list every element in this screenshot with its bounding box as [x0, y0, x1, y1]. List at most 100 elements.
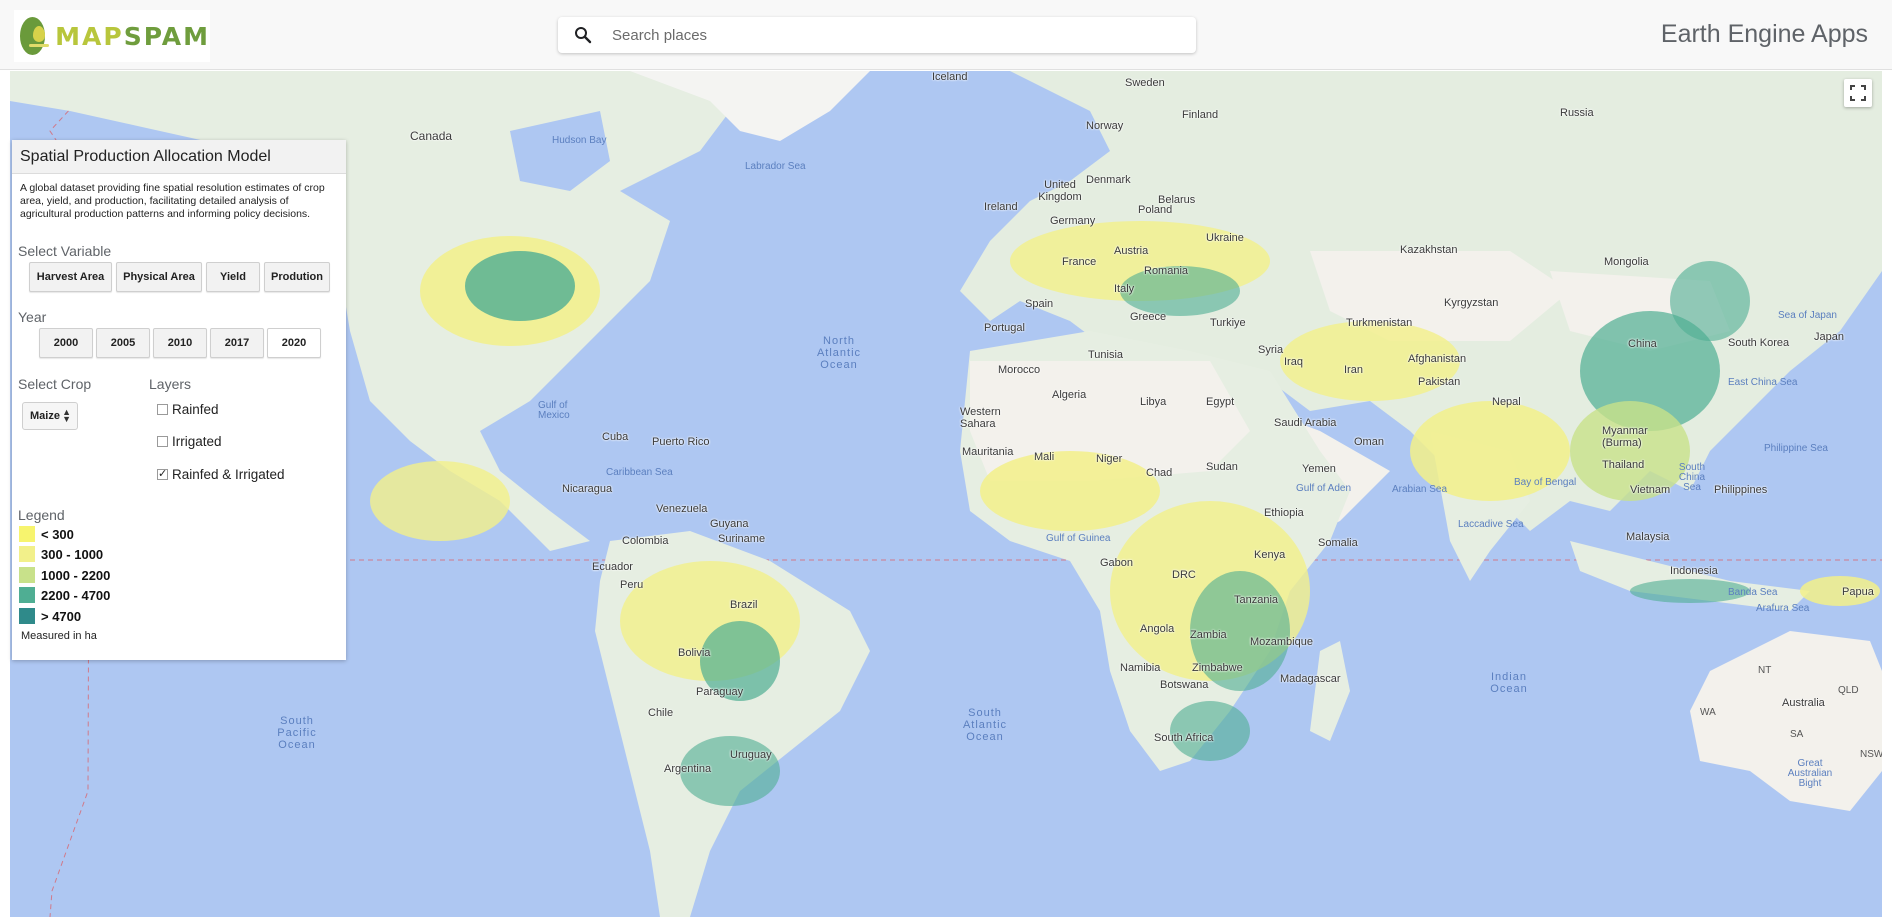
map-label: Spain	[1025, 298, 1054, 310]
map-label: Ethiopia	[1264, 507, 1304, 519]
map-label: Paraguay	[696, 686, 744, 698]
panel-title: Spatial Production Allocation Model	[12, 140, 346, 174]
map-label: Bolivia	[678, 647, 711, 659]
map-label: Denmark	[1086, 174, 1131, 186]
production-button[interactable]: Prodution	[264, 262, 330, 292]
map-label: Germany	[1050, 215, 1096, 227]
legend-swatch	[19, 567, 35, 583]
map-label: Afghanistan	[1408, 353, 1467, 365]
irrigated-checkbox[interactable]	[157, 436, 168, 447]
map-label: Colombia	[622, 535, 669, 547]
madagascar-land	[1310, 641, 1350, 741]
map-label: Gulf of Aden	[1296, 483, 1352, 494]
search-box[interactable]	[558, 17, 1196, 53]
rainfed-checkbox[interactable]	[157, 404, 168, 415]
map-label: South Africa	[1154, 732, 1214, 744]
map-label: Japan	[1814, 331, 1844, 343]
year-2017-button[interactable]: 2017	[210, 328, 264, 358]
search-input[interactable]	[612, 26, 1172, 44]
map-label: Ukraine	[1206, 232, 1244, 244]
map-label: Syria	[1258, 344, 1284, 356]
layer-rainfed[interactable]: Rainfed	[157, 402, 219, 417]
map-label: Mali	[1034, 451, 1055, 463]
legend-swatch	[19, 546, 35, 562]
map-label: Labrador Sea	[745, 161, 806, 172]
rainfed-irrigated-checkbox[interactable]: ✓	[157, 469, 168, 480]
rainfed-irrigated-label: Rainfed & Irrigated	[172, 467, 285, 482]
logo-text-map: MAP	[55, 21, 124, 51]
map-label: Papua	[1842, 586, 1874, 598]
crop-select[interactable]: Maize ▲ ▼	[22, 402, 78, 430]
map-label: Suriname	[718, 533, 766, 545]
map-label: Libya	[1140, 396, 1167, 408]
map-label: WA	[1700, 707, 1716, 718]
irrigated-label: Irrigated	[172, 434, 222, 449]
map-label: DRC	[1172, 569, 1196, 581]
map-label: Tanzania	[1234, 594, 1279, 606]
map-label: Uruguay	[730, 749, 772, 761]
map-label: Nepal	[1492, 396, 1521, 408]
earth-engine-app: MAPSPAM Earth Engine Apps	[0, 0, 1892, 924]
legend-swatch	[19, 587, 35, 603]
units-note: Measured in ha	[21, 630, 97, 642]
map-label: United Kingdom	[1038, 179, 1082, 203]
map-label: South Pacific Ocean	[277, 715, 317, 751]
map-label: Indian Ocean	[1490, 671, 1528, 695]
map-label: Italy	[1114, 283, 1135, 295]
harvest-area-button[interactable]: Harvest Area	[29, 262, 112, 292]
legend-swatch	[19, 608, 35, 624]
year-2010-button[interactable]: 2010	[153, 328, 207, 358]
map-label: Peru	[620, 579, 644, 591]
legend-item: < 300	[19, 526, 74, 542]
year-2020-button[interactable]: 2020	[267, 328, 321, 358]
year-label: Year	[18, 309, 47, 325]
physical-area-button[interactable]: Physical Area	[116, 262, 202, 292]
map-label: Greece	[1130, 311, 1167, 323]
map-label: Romania	[1144, 265, 1189, 277]
map-label: Angola	[1140, 623, 1175, 635]
map-label: Iran	[1344, 364, 1363, 376]
search-icon[interactable]	[574, 26, 592, 44]
map-label: Mozambique	[1250, 636, 1313, 648]
map-label: Portugal	[984, 322, 1025, 334]
map-label: NT	[1758, 665, 1772, 676]
map-label: Western Sahara	[960, 406, 1001, 430]
fullscreen-button[interactable]	[1844, 79, 1872, 107]
map-label: Iraq	[1284, 356, 1303, 368]
yield-button[interactable]: Yield	[206, 262, 260, 292]
map-label: Pakistan	[1418, 376, 1461, 388]
year-2005-button[interactable]: 2005	[96, 328, 150, 358]
layer-irrigated[interactable]: Irrigated	[157, 434, 222, 449]
crop-select-value: Maize	[30, 410, 60, 422]
map-label: Argentina	[664, 763, 712, 775]
map-label: Iceland	[932, 71, 968, 83]
select-crop-label: Select Crop	[18, 376, 92, 392]
legend-item-label: < 300	[41, 526, 74, 542]
map-label: France	[1062, 256, 1097, 268]
map-label: Saudi Arabia	[1274, 417, 1337, 429]
panel-description: A global dataset providing fine spatial …	[20, 182, 325, 220]
app-title[interactable]: Earth Engine Apps	[1661, 20, 1868, 49]
legend-label: Legend	[18, 507, 65, 523]
map-label: East China Sea	[1728, 377, 1798, 388]
legend-item-label: 1000 - 2200	[41, 567, 111, 583]
rainfed-label: Rainfed	[172, 402, 219, 417]
map-label: Turkiye	[1210, 317, 1246, 329]
map-label: Philippines	[1714, 484, 1768, 496]
layer-rainfed-irrigated[interactable]: ✓ Rainfed & Irrigated	[157, 467, 285, 482]
legend-swatch	[19, 526, 35, 542]
map-label: Zimbabwe	[1192, 662, 1243, 674]
map-label: Ecuador	[592, 561, 633, 573]
map-label: QLD	[1838, 685, 1859, 696]
map-label: China	[1628, 338, 1657, 350]
map-label: NSW	[1860, 749, 1882, 760]
year-2000-button[interactable]: 2000	[39, 328, 93, 358]
legend-item: 1000 - 2200	[19, 567, 110, 583]
map-label: Indonesia	[1670, 565, 1718, 577]
mapspam-logo[interactable]: MAPSPAM	[14, 10, 210, 62]
map-label: Austria	[1114, 245, 1149, 257]
map-label: Sweden	[1125, 77, 1165, 89]
control-panel: Spatial Production Allocation Model A gl…	[12, 140, 346, 660]
map-label: Guyana	[710, 518, 749, 530]
map-label: Kenya	[1254, 549, 1286, 561]
